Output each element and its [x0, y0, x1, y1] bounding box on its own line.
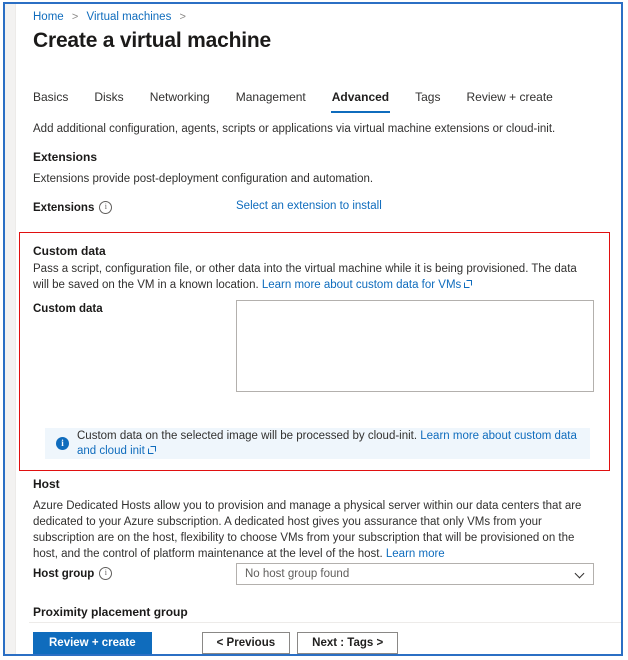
custom-data-section-description: Pass a script, configuration file, or ot…: [33, 261, 586, 293]
extensions-field-label: Extensions: [33, 202, 95, 214]
extensions-field-row: Extensions: [33, 200, 113, 215]
custom-data-textarea[interactable]: [236, 300, 594, 392]
blade-content: Add additional configuration, agents, sc…: [17, 4, 621, 654]
extensions-section-heading: Extensions: [33, 150, 98, 164]
custom-data-field-row: Custom data: [33, 301, 103, 315]
chevron-down-icon: [576, 570, 585, 579]
footer-divider: [29, 622, 621, 623]
host-group-selected-value: No host group found: [245, 568, 350, 580]
host-section-heading: Host: [33, 477, 60, 491]
info-circle-icon-host-group[interactable]: [99, 567, 113, 581]
host-description-text: Azure Dedicated Hosts allow you to provi…: [33, 500, 582, 560]
left-gutter: [5, 4, 16, 654]
extensions-section-description: Extensions provide post-deployment confi…: [33, 173, 374, 185]
host-group-field-label: Host group: [33, 568, 95, 580]
previous-button[interactable]: < Previous: [201, 632, 291, 654]
next-tags-button[interactable]: Next : Tags >: [297, 632, 399, 654]
host-learn-more-link[interactable]: Learn more: [386, 548, 445, 560]
custom-data-learn-more-link[interactable]: Learn more about custom data for VMs: [262, 279, 461, 291]
intro-description: Add additional configuration, agents, sc…: [33, 123, 556, 135]
select-extension-link[interactable]: Select an extension to install: [236, 200, 382, 212]
select-extension-row: Select an extension to install: [236, 200, 382, 212]
browser-page-frame: Home > Virtual machines > Create a virtu…: [3, 2, 623, 656]
info-circle-icon[interactable]: [99, 201, 113, 215]
footer-button-bar: Review + create < Previous Next : Tags >: [33, 632, 399, 654]
proximity-placement-group-heading: Proximity placement group: [33, 605, 188, 619]
host-group-field-row: Host group: [33, 566, 113, 581]
info-filled-icon: [56, 437, 69, 450]
custom-data-section-heading: Custom data: [33, 244, 106, 258]
host-section-description: Azure Dedicated Hosts allow you to provi…: [33, 498, 590, 562]
banner-message: Custom data on the selected image will b…: [77, 429, 421, 442]
host-group-dropdown[interactable]: No host group found: [236, 563, 594, 585]
external-link-icon-banner: [147, 445, 156, 454]
external-link-icon: [464, 280, 473, 288]
create-vm-blade: Home > Virtual machines > Create a virtu…: [17, 4, 621, 654]
review-create-button[interactable]: Review + create: [33, 632, 152, 654]
cloud-init-info-banner: Custom data on the selected image will b…: [45, 428, 590, 459]
custom-data-field-label: Custom data: [33, 303, 103, 315]
cloud-init-banner-text: Custom data on the selected image will b…: [77, 429, 590, 459]
